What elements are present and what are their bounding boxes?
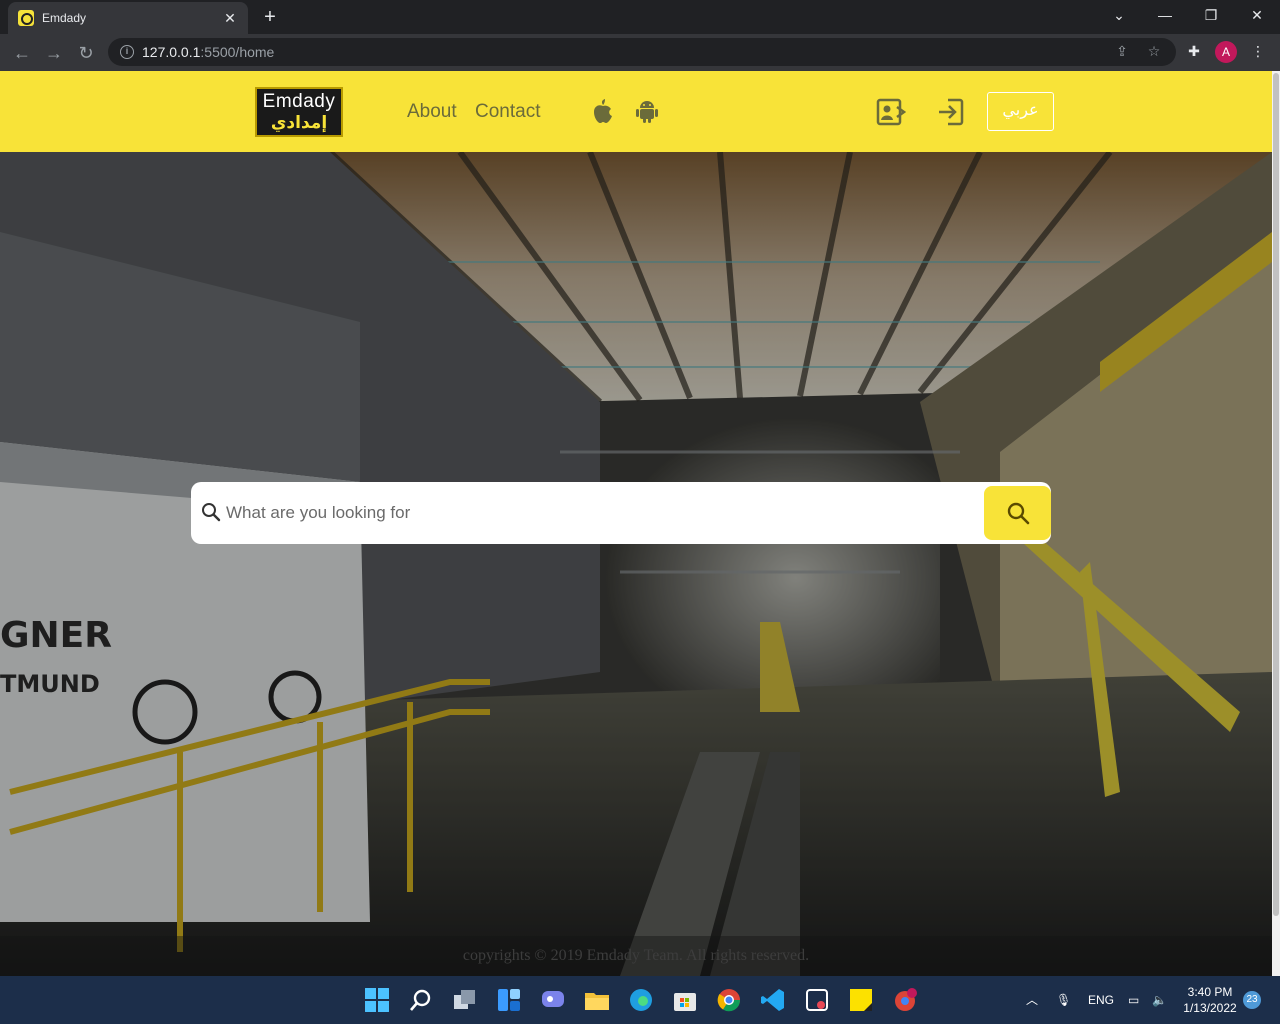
tray-overflow-icon[interactable]: ︿ xyxy=(1026,976,1038,1024)
android-icon[interactable] xyxy=(636,99,658,123)
page-scrollbar[interactable] xyxy=(1272,71,1280,976)
factory-hall-background-image: GNER TMUND xyxy=(0,152,1272,976)
chrome-icon[interactable] xyxy=(716,987,742,1013)
back-button[interactable]: ← xyxy=(8,39,36,67)
search-button[interactable] xyxy=(984,486,1051,540)
search-bar xyxy=(191,482,1051,544)
logo-text-ar: إمدادي xyxy=(270,113,328,132)
bookmark-star-icon[interactable]: ☆ xyxy=(1142,39,1166,63)
address-bar[interactable]: i 127.0.0.1:5500/home xyxy=(108,38,1176,66)
logo-text-en: Emdady xyxy=(262,91,336,112)
minimize-button[interactable]: — xyxy=(1142,0,1188,30)
close-window-button[interactable]: ✕ xyxy=(1234,0,1280,30)
reload-button[interactable]: ↻ xyxy=(72,39,100,67)
language-toggle-button[interactable]: عربي xyxy=(987,92,1054,131)
contact-card-icon[interactable] xyxy=(876,97,906,127)
clock-date: 1/13/2022 xyxy=(1183,1001,1237,1015)
file-explorer-icon[interactable] xyxy=(584,987,610,1013)
share-icon[interactable]: ⇪ xyxy=(1110,39,1134,63)
teams-chat-icon[interactable] xyxy=(540,987,566,1013)
microsoft-store-icon[interactable] xyxy=(672,987,698,1013)
scrollbar-thumb[interactable] xyxy=(1273,73,1279,916)
widgets-icon[interactable] xyxy=(496,987,522,1013)
notification-badge[interactable]: 23 xyxy=(1243,991,1261,1009)
task-view-icon[interactable] xyxy=(452,987,478,1013)
sign-in-icon[interactable] xyxy=(936,97,966,127)
close-tab-icon[interactable]: ✕ xyxy=(222,10,238,26)
url-path: :5500/home xyxy=(200,44,275,60)
browser-tab[interactable]: Emdady ✕ xyxy=(8,2,248,34)
search-input[interactable] xyxy=(226,496,966,530)
edge-browser-icon[interactable] xyxy=(628,987,654,1013)
microphone-icon[interactable]: 🎙 xyxy=(1056,976,1071,1024)
volume-icon[interactable]: 🔈 xyxy=(1152,976,1167,1024)
site-footer: copyrights © 2019 Emdady Team. All right… xyxy=(0,936,1272,976)
taskbar-search-icon[interactable] xyxy=(408,987,434,1013)
site-header: Emdady إمدادي About Contact عربي xyxy=(0,71,1272,152)
hero-section: GNER TMUND xyxy=(0,152,1272,976)
tab-search-icon[interactable]: ⌄ xyxy=(1096,0,1142,30)
url-host: 127.0.0.1 xyxy=(142,44,201,60)
tab-title: Emdady xyxy=(42,11,87,25)
nav-contact-link[interactable]: Contact xyxy=(475,101,540,123)
search-button-icon xyxy=(1007,502,1030,525)
taskbar-clock[interactable]: 3:40 PM 1/13/2022 xyxy=(1178,984,1242,1016)
page-viewport: Emdady إمدادي About Contact عربي GNER TM… xyxy=(0,71,1272,976)
site-favicon-icon xyxy=(18,10,34,26)
site-info-icon[interactable]: i xyxy=(120,45,134,59)
new-tab-button[interactable]: + xyxy=(258,6,282,28)
snipping-tool-icon[interactable] xyxy=(804,987,830,1013)
search-icon xyxy=(202,503,221,522)
browser-tab-strip: Emdady ✕ + ⌄ — ❐ ✕ xyxy=(0,0,1280,34)
clock-time: 3:40 PM xyxy=(1187,985,1233,999)
browser-toolbar: ← → ↻ i 127.0.0.1:5500/home ⇪ ☆ ✚ ⋮ xyxy=(0,34,1280,71)
profile-avatar[interactable]: A xyxy=(1215,41,1237,63)
chrome-profile-icon[interactable] xyxy=(892,987,918,1013)
start-menu-icon[interactable] xyxy=(364,987,390,1013)
sticky-notes-icon[interactable] xyxy=(848,987,874,1013)
network-icon[interactable]: ▭ xyxy=(1128,976,1139,1024)
extensions-icon[interactable]: ✚ xyxy=(1182,39,1206,63)
apple-icon[interactable] xyxy=(592,99,614,123)
site-logo[interactable]: Emdady إمدادي xyxy=(255,87,343,137)
forward-button[interactable]: → xyxy=(40,39,68,67)
browser-menu-icon[interactable]: ⋮ xyxy=(1246,39,1270,63)
nav-about-link[interactable]: About xyxy=(407,101,457,123)
vscode-icon[interactable] xyxy=(760,987,786,1013)
windows-taskbar: ︿ 🎙 ENG ▭ 🔈 3:40 PM 1/13/2022 23 xyxy=(0,976,1280,1024)
restore-button[interactable]: ❐ xyxy=(1188,0,1234,30)
input-language[interactable]: ENG xyxy=(1088,976,1114,1024)
